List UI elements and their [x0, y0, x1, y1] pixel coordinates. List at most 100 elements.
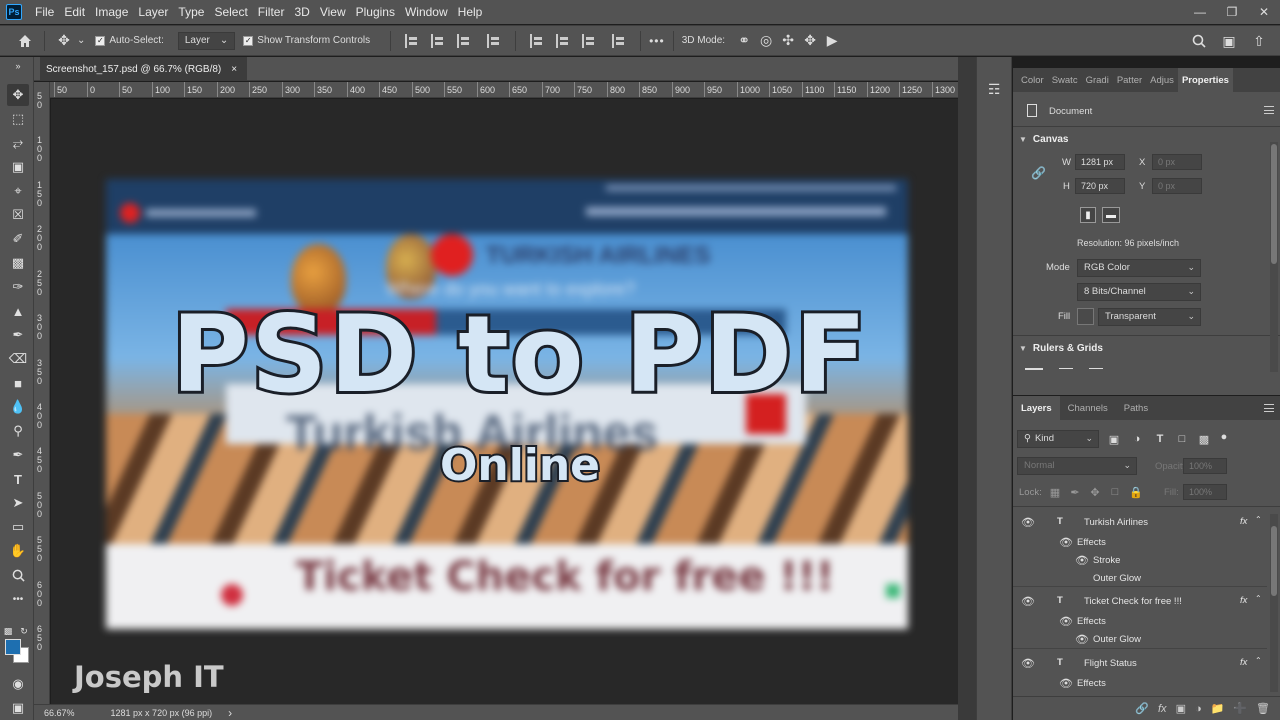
- menu-image[interactable]: Image: [90, 0, 133, 24]
- menu-view[interactable]: View: [315, 0, 351, 24]
- object-selection-tool-icon[interactable]: ▣: [7, 156, 29, 178]
- layer-name[interactable]: Ticket Check for free !!!: [1084, 596, 1182, 607]
- marquee-tool-icon[interactable]: ⬚: [7, 108, 29, 130]
- roll-3d-icon[interactable]: ◎: [755, 30, 777, 52]
- fx-icon[interactable]: fx: [1240, 657, 1247, 668]
- crop-tool-icon[interactable]: ⌖: [7, 180, 29, 202]
- ruler-style-icon[interactable]: [1025, 368, 1043, 370]
- link-dimensions-icon[interactable]: 🔗: [1031, 166, 1046, 180]
- add-style-icon[interactable]: fx: [1158, 703, 1167, 715]
- close-tab-icon[interactable]: ×: [231, 64, 237, 75]
- collapse-toolbar-icon[interactable]: »: [7, 61, 29, 71]
- tab-paths[interactable]: Paths: [1116, 396, 1156, 420]
- blend-mode-select[interactable]: Normal ⌄: [1017, 457, 1137, 475]
- lock-all-icon[interactable]: 🔒: [1129, 485, 1143, 499]
- layers-scrollbar-thumb[interactable]: [1271, 526, 1277, 596]
- guide-style-icon[interactable]: [1089, 368, 1103, 369]
- link-layers-icon[interactable]: 🔗: [1135, 702, 1149, 715]
- auto-select-dropdown[interactable]: Layer ⌄: [177, 31, 236, 50]
- landscape-orientation-icon[interactable]: ▬: [1102, 207, 1120, 223]
- move-tool-icon[interactable]: ✥: [53, 30, 75, 52]
- pixel-filter-icon[interactable]: ▣: [1107, 432, 1121, 446]
- status-menu-arrow[interactable]: ›: [228, 706, 232, 720]
- menu-plugins[interactable]: Plugins: [351, 0, 400, 24]
- lock-pixels-icon[interactable]: ✒: [1068, 485, 1082, 499]
- add-mask-icon[interactable]: ▣: [1176, 702, 1186, 715]
- auto-select-checkbox[interactable]: ✓: [95, 35, 106, 46]
- restore-icon[interactable]: ❐: [1216, 0, 1248, 24]
- smart-object-filter-icon[interactable]: ▩: [1197, 432, 1211, 446]
- distribute-icon[interactable]: [487, 33, 501, 48]
- layer-row[interactable]: 👁 T Ticket Check for free !!! fx ⌃: [1013, 593, 1267, 611]
- filter-toggle-icon[interactable]: ●: [1217, 430, 1231, 444]
- hand-tool-icon[interactable]: ✋: [7, 540, 29, 562]
- mode-select[interactable]: RGB Color ⌄: [1077, 259, 1201, 277]
- lasso-tool-icon[interactable]: ⥂: [7, 132, 29, 154]
- visibility-eye-icon[interactable]: 👁: [1021, 516, 1035, 529]
- drag-3d-icon[interactable]: ✣: [777, 30, 799, 52]
- fx-icon[interactable]: fx: [1240, 516, 1247, 527]
- collapse-effects-icon[interactable]: ⌃: [1255, 656, 1262, 665]
- menu-select[interactable]: Select: [209, 0, 252, 24]
- tab-channels[interactable]: Channels: [1060, 396, 1116, 420]
- panel-menu-icon[interactable]: [1264, 106, 1274, 114]
- align-right-icon[interactable]: [457, 33, 471, 48]
- history-panel-icon[interactable]: ☶: [988, 81, 1001, 98]
- fx-icon[interactable]: fx: [1240, 595, 1247, 606]
- visibility-eye-icon[interactable]: 👁: [1075, 633, 1089, 646]
- menu-window[interactable]: Window: [400, 0, 453, 24]
- layers-scrollbar[interactable]: [1270, 514, 1278, 692]
- new-group-icon[interactable]: 📁: [1211, 702, 1225, 715]
- healing-brush-tool-icon[interactable]: ▩: [7, 252, 29, 274]
- effects-row[interactable]: 👁 Effects: [1013, 675, 1267, 693]
- menu-layer[interactable]: Layer: [133, 0, 173, 24]
- visibility-eye-icon[interactable]: 👁: [1021, 657, 1035, 670]
- visibility-eye-icon[interactable]: 👁: [1059, 536, 1073, 549]
- search-icon[interactable]: [1188, 30, 1210, 52]
- height-field[interactable]: 720 px: [1075, 178, 1125, 194]
- lock-transparency-icon[interactable]: ▦: [1048, 485, 1062, 499]
- align-top-icon[interactable]: [530, 33, 544, 48]
- screen-mode-icon[interactable]: ▣: [7, 697, 29, 719]
- distribute-vertical-icon[interactable]: [612, 33, 626, 48]
- menu-help[interactable]: Help: [453, 0, 488, 24]
- type-filter-icon[interactable]: T: [1153, 432, 1167, 446]
- effects-row[interactable]: 👁 Effects: [1013, 613, 1267, 631]
- menu-filter[interactable]: Filter: [253, 0, 290, 24]
- y-field[interactable]: 0 px: [1152, 178, 1202, 194]
- tab-swatches[interactable]: Swatc: [1048, 68, 1082, 92]
- fill-field[interactable]: 100%: [1183, 484, 1227, 500]
- collapse-effects-icon[interactable]: ⌃: [1255, 515, 1262, 524]
- close-icon[interactable]: ✕: [1248, 0, 1280, 24]
- x-field[interactable]: 0 px: [1152, 154, 1202, 170]
- new-adjustment-icon[interactable]: ◑: [1195, 703, 1202, 715]
- bit-depth-select[interactable]: 8 Bits/Channel ⌄: [1077, 283, 1201, 301]
- grid-style-icon[interactable]: [1059, 368, 1073, 369]
- lock-artboard-icon[interactable]: □: [1108, 485, 1122, 499]
- rulers-grids-section-header[interactable]: ▼ Rulers & Grids: [1019, 343, 1103, 354]
- minimize-icon[interactable]: —: [1184, 0, 1216, 24]
- fill-color-swatch[interactable]: [1077, 308, 1094, 325]
- width-field[interactable]: 1281 px: [1075, 154, 1125, 170]
- visibility-eye-icon[interactable]: 👁: [1075, 554, 1089, 567]
- quick-mask-icon[interactable]: ◉: [7, 673, 29, 695]
- workspace-icon[interactable]: ▣: [1218, 30, 1240, 52]
- panel-menu-icon[interactable]: [1264, 404, 1274, 412]
- tab-patterns[interactable]: Patter: [1113, 68, 1146, 92]
- frame-tool-icon[interactable]: ☒: [7, 204, 29, 226]
- filter-kind-select[interactable]: ⚲ Kind ⌄: [1017, 430, 1099, 448]
- layer-name[interactable]: Turkish Airlines: [1084, 517, 1148, 528]
- effect-row[interactable]: 👁 Outer Glow: [1013, 631, 1267, 649]
- tab-properties[interactable]: Properties: [1177, 68, 1233, 92]
- tab-layers[interactable]: Layers: [1013, 396, 1060, 420]
- new-layer-icon[interactable]: ➕: [1233, 702, 1247, 715]
- tab-color[interactable]: Color: [1017, 68, 1048, 92]
- properties-scrollbar-thumb[interactable]: [1271, 144, 1277, 264]
- canvas-section-header[interactable]: ▼ Canvas: [1019, 134, 1069, 145]
- properties-scrollbar[interactable]: [1270, 142, 1278, 372]
- tab-adjustments[interactable]: Adjus: [1146, 68, 1178, 92]
- orbit-3d-icon[interactable]: ⚭: [733, 30, 755, 52]
- layer-row[interactable]: 👁 T Turkish Airlines fx ⌃: [1013, 514, 1267, 532]
- align-center-icon[interactable]: [431, 33, 445, 48]
- opacity-field[interactable]: 100%: [1183, 458, 1227, 474]
